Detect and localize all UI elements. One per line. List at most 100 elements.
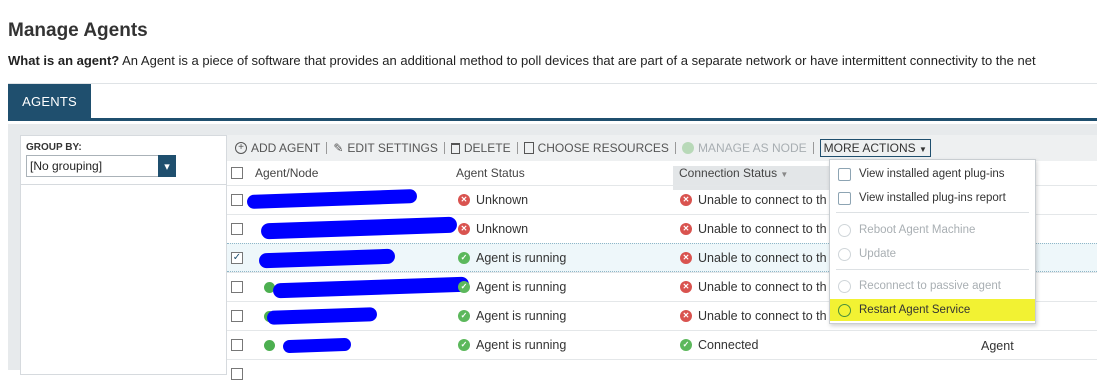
menu-separator bbox=[836, 212, 1029, 213]
edit-settings-label: EDIT SETTINGS bbox=[347, 141, 438, 155]
add-agent-button[interactable]: + ADD AGENT bbox=[227, 141, 326, 155]
connection-status-text: Unable to connect to th bbox=[698, 251, 827, 265]
group-by-panel: GROUP BY: [No grouping] ▾ bbox=[20, 135, 228, 375]
trash-icon bbox=[450, 142, 460, 154]
error-icon: ✕ bbox=[680, 223, 692, 235]
tab-agents[interactable]: AGENTS bbox=[8, 84, 91, 119]
connection-status-cell: ✕ Unable to connect to th bbox=[680, 309, 827, 323]
connection-status-cell: ✕ Unable to connect to th bbox=[680, 222, 827, 236]
agent-status-cell: ✓ Agent is running bbox=[458, 280, 566, 294]
toolbar: + ADD AGENT ✎ EDIT SETTINGS DELETE CHOOS… bbox=[227, 135, 1097, 161]
error-icon: ✕ bbox=[680, 310, 692, 322]
connection-status-cell: ✕ Unable to connect to th bbox=[680, 193, 827, 207]
chevron-down-icon[interactable]: ▾ bbox=[158, 155, 176, 177]
error-icon: ✕ bbox=[680, 194, 692, 206]
check-icon: ✓ bbox=[458, 252, 470, 264]
agent-status-text: Unknown bbox=[476, 222, 529, 236]
sort-caret-icon: ▼ bbox=[780, 170, 789, 179]
intro-question: What is an agent? bbox=[8, 53, 120, 68]
check-icon: ✓ bbox=[458, 281, 470, 293]
agent-status-cell: ✕ Unknown bbox=[458, 193, 528, 207]
manage-as-node-button[interactable]: MANAGE AS NODE bbox=[676, 141, 813, 155]
agent-status-cell: ✓ Agent is running bbox=[458, 338, 566, 352]
column-connection-status[interactable]: Connection Status ▼ bbox=[679, 166, 788, 180]
connection-status-header-label: Connection Status bbox=[679, 166, 778, 180]
reconnect-icon bbox=[838, 279, 851, 293]
node-status-icon bbox=[264, 340, 275, 351]
error-icon: ✕ bbox=[458, 223, 470, 235]
menu-item-plugins-report[interactable]: View installed plug-ins report bbox=[830, 187, 1035, 209]
agent-type-cell: Agent bbox=[981, 339, 1014, 353]
delete-label: DELETE bbox=[463, 141, 511, 155]
redaction-mark bbox=[246, 189, 418, 209]
group-by-select[interactable]: [No grouping] bbox=[26, 155, 176, 177]
choose-resources-button[interactable]: CHOOSE RESOURCES bbox=[518, 141, 675, 155]
redaction-mark bbox=[266, 307, 378, 325]
connection-status-text: Unable to connect to th bbox=[698, 309, 827, 323]
delete-button[interactable]: DELETE bbox=[445, 141, 517, 155]
agent-status-text: Agent is running bbox=[476, 338, 567, 352]
column-agent-node[interactable]: Agent/Node bbox=[255, 166, 318, 180]
node-icon bbox=[681, 142, 694, 154]
redaction-mark bbox=[282, 337, 352, 354]
more-actions-menu: View installed agent plug-ins View insta… bbox=[829, 159, 1036, 324]
row-checkbox[interactable] bbox=[231, 223, 243, 235]
page-title: Manage Agents bbox=[8, 20, 148, 41]
more-actions-button[interactable]: MORE ACTIONS ▼ bbox=[819, 139, 931, 157]
row-checkbox[interactable] bbox=[231, 194, 243, 206]
manage-as-node-label: MANAGE AS NODE bbox=[697, 141, 807, 155]
table-row[interactable]: ✓ Agent is running ✓ Connected bbox=[227, 330, 1097, 359]
more-actions-label: MORE ACTIONS bbox=[823, 141, 916, 155]
refresh-icon bbox=[838, 247, 851, 261]
menu-item-reboot[interactable]: Reboot Agent Machine bbox=[830, 219, 1035, 241]
connection-status-cell: ✕ Unable to connect to th bbox=[680, 280, 827, 294]
select-all-checkbox[interactable] bbox=[231, 167, 243, 179]
connection-status-cell: ✕ Unable to connect to th bbox=[680, 251, 827, 265]
menu-item-view-plugins[interactable]: View installed agent plug-ins bbox=[830, 163, 1035, 185]
check-icon: ✓ bbox=[680, 339, 692, 351]
agent-status-text: Agent is running bbox=[476, 251, 567, 265]
agent-status-text: Agent is running bbox=[476, 280, 567, 294]
add-agent-label: ADD AGENT bbox=[251, 141, 321, 155]
group-by-label: GROUP BY: bbox=[26, 142, 82, 153]
error-icon: ✕ bbox=[458, 194, 470, 206]
redaction-mark bbox=[258, 248, 396, 269]
menu-item-reconnect[interactable]: Reconnect to passive agent bbox=[830, 275, 1035, 297]
pencil-icon: ✎ bbox=[333, 141, 344, 155]
menu-item-label: Update bbox=[859, 248, 897, 260]
column-agent-status[interactable]: Agent Status bbox=[456, 166, 525, 180]
menu-item-restart-service[interactable]: Restart Agent Service bbox=[830, 299, 1035, 321]
plus-circle-icon: + bbox=[235, 142, 247, 154]
caret-down-icon: ▼ bbox=[919, 145, 927, 154]
menu-item-label: View installed agent plug-ins bbox=[859, 168, 1005, 180]
connection-status-text: Unable to connect to th bbox=[698, 193, 827, 207]
row-checkbox[interactable] bbox=[231, 310, 243, 322]
menu-item-label: Restart Agent Service bbox=[859, 304, 971, 316]
edit-settings-button[interactable]: ✎ EDIT SETTINGS bbox=[327, 141, 444, 155]
connection-status-cell: ✓ Connected bbox=[680, 338, 758, 352]
row-checkbox[interactable]: ✓ bbox=[231, 252, 243, 264]
menu-item-label: Reconnect to passive agent bbox=[859, 280, 1001, 292]
menu-separator bbox=[836, 269, 1029, 270]
connection-status-text: Unable to connect to th bbox=[698, 222, 827, 236]
choose-resources-label: CHOOSE RESOURCES bbox=[537, 141, 669, 155]
error-icon: ✕ bbox=[680, 252, 692, 264]
redaction-mark bbox=[260, 216, 458, 240]
menu-item-label: View installed plug-ins report bbox=[859, 192, 1006, 204]
check-icon: ✓ bbox=[458, 339, 470, 351]
table-row[interactable] bbox=[227, 359, 1097, 388]
check-icon: ✓ bbox=[458, 310, 470, 322]
row-checkbox[interactable] bbox=[231, 339, 243, 351]
agent-status-cell: ✓ Agent is running bbox=[458, 309, 566, 323]
intro-text: What is an agent? An Agent is a piece of… bbox=[8, 53, 1036, 68]
document-icon bbox=[523, 142, 534, 154]
row-checkbox[interactable] bbox=[231, 281, 243, 293]
report-icon bbox=[838, 191, 851, 205]
power-icon bbox=[838, 303, 851, 317]
agent-status-text: Agent is running bbox=[476, 309, 567, 323]
menu-item-update[interactable]: Update bbox=[830, 243, 1035, 265]
connection-status-text: Unable to connect to th bbox=[698, 280, 827, 294]
toolbar-separator bbox=[812, 142, 814, 154]
plugin-icon bbox=[838, 167, 851, 181]
intro-body: An Agent is a piece of software that pro… bbox=[119, 53, 1036, 68]
